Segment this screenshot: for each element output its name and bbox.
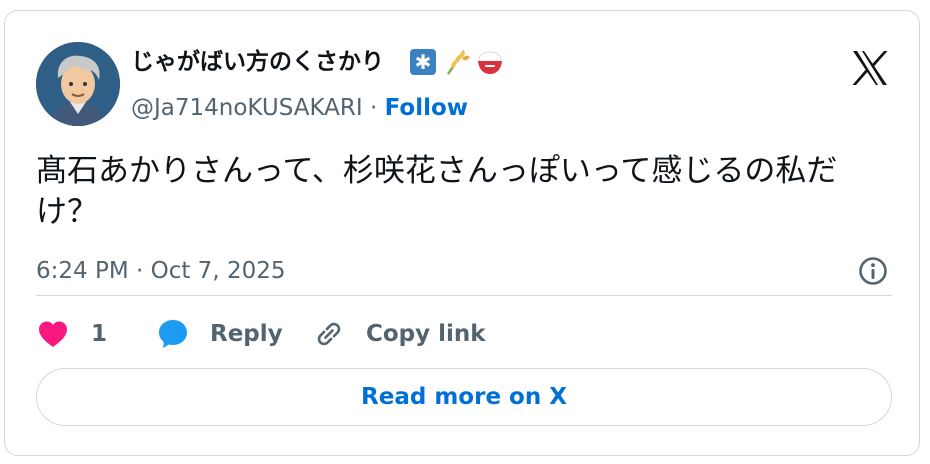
heart-icon (39, 321, 67, 347)
x-logo-icon[interactable] (850, 48, 890, 88)
author-badges: ✱ (410, 47, 504, 77)
info-icon[interactable] (857, 255, 889, 287)
avatar[interactable] (36, 42, 120, 126)
rice-plant-icon (447, 50, 470, 75)
like-button[interactable]: 1 (36, 317, 156, 351)
copy-link-label: Copy link (366, 321, 486, 347)
speech-bubble-icon (159, 320, 187, 348)
follow-link[interactable]: Follow (385, 95, 468, 121)
author-handle-row: @Ja714noKUSAKARI · Follow (131, 94, 468, 122)
snowflake-badge-icon: ✱ (410, 49, 436, 75)
tweet-actions: 1 Reply Copy link (36, 316, 486, 352)
author-handle[interactable]: @Ja714noKUSAKARI (131, 95, 363, 121)
avatar-illustration (36, 42, 120, 126)
divider (36, 295, 892, 296)
reply-button[interactable]: Reply (156, 317, 312, 351)
copy-link-button[interactable]: Copy link (312, 317, 486, 351)
embedded-tweet-card: じゃがばい方のくさかり ✱ @Ja714noKUSAKARI · Follow … (4, 10, 920, 456)
link-icon (317, 322, 341, 346)
tweet-timestamp[interactable]: 6:24 PM · Oct 7, 2025 (36, 257, 285, 285)
author-display-name[interactable]: じゃがばい方のくさかり (131, 47, 384, 77)
read-more-button[interactable]: Read more on X (36, 368, 892, 426)
reply-label: Reply (210, 321, 283, 347)
tweet-text: 髙石あかりさんって、杉咲花さんっぽいって感じるの私だけ？ (36, 153, 838, 230)
handle-separator: · (362, 95, 385, 121)
rice-bowl-icon (478, 51, 502, 74)
like-count: 1 (91, 321, 108, 347)
